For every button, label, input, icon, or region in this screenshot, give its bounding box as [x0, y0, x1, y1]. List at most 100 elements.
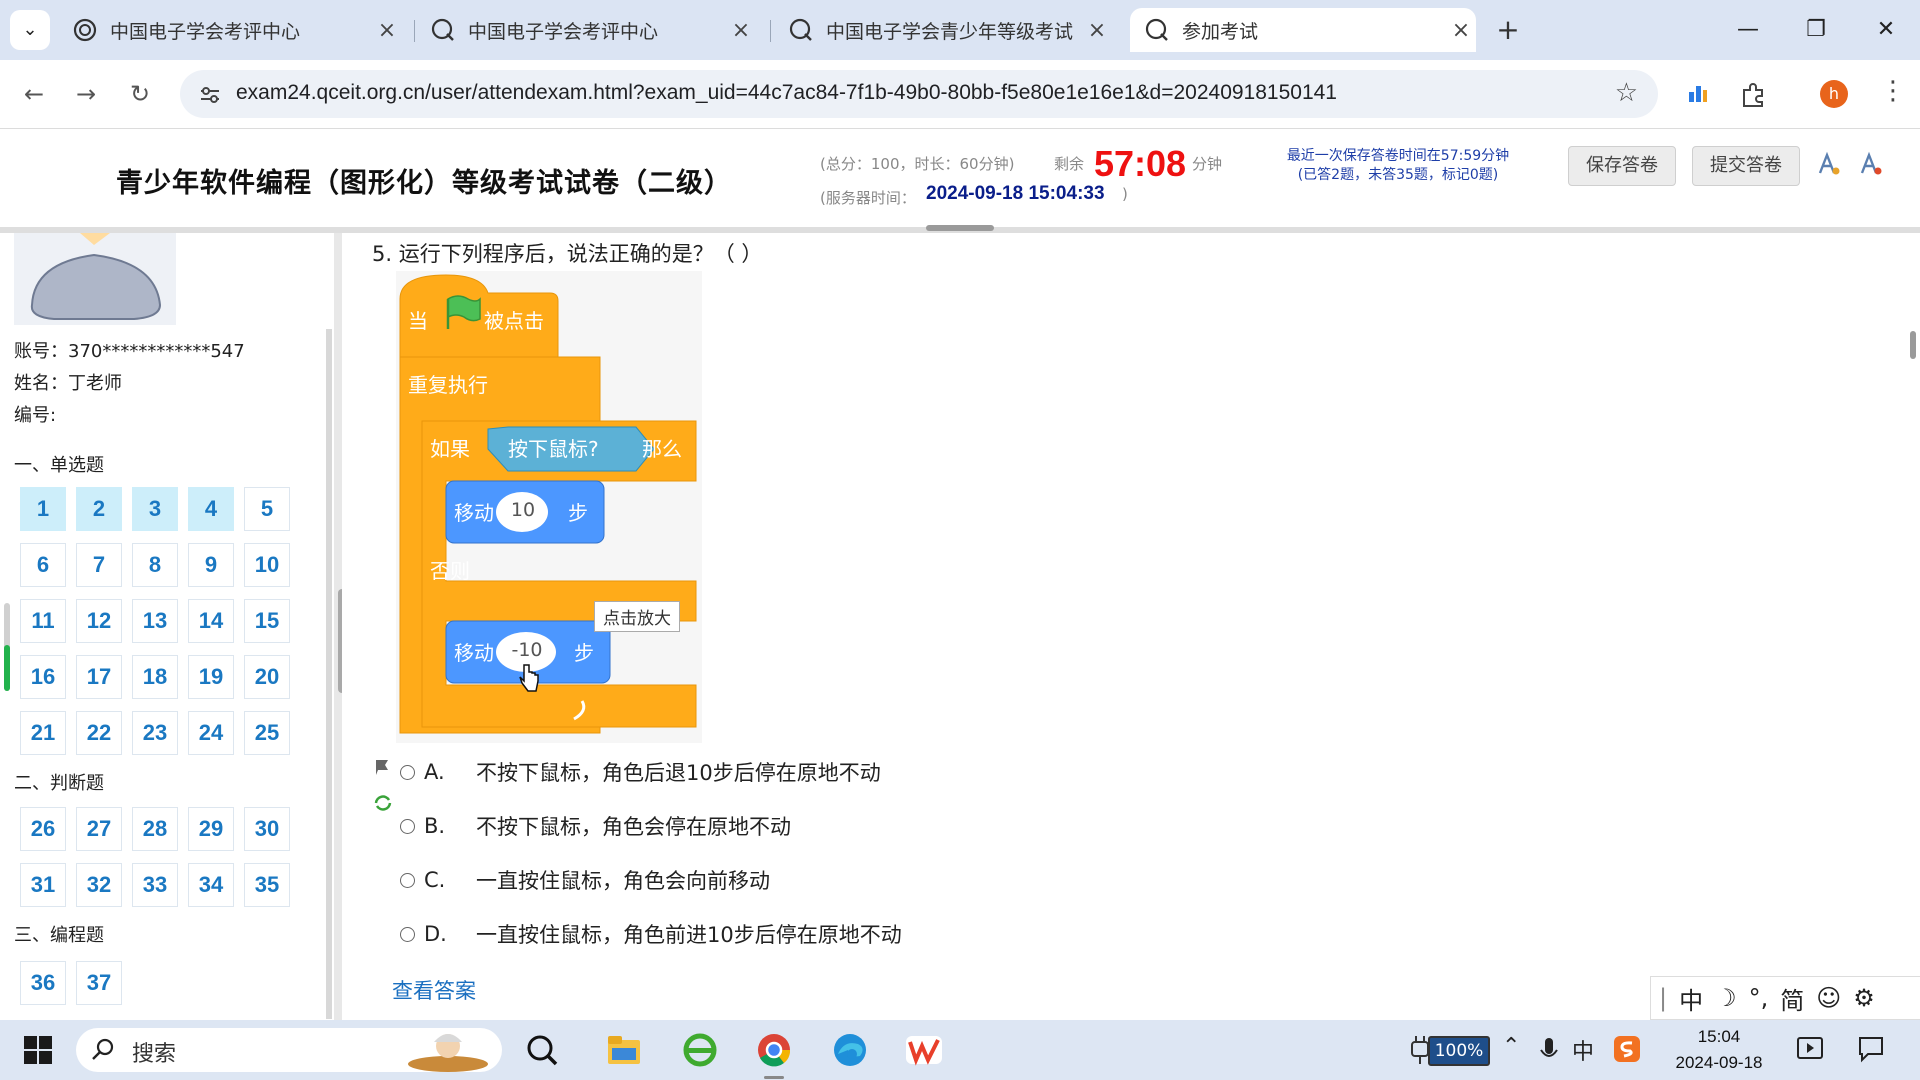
question-number-button[interactable]: 20: [244, 655, 290, 699]
close-icon[interactable]: ×: [726, 18, 756, 43]
notification-icon[interactable]: [1856, 1034, 1886, 1064]
save-answers-button[interactable]: 保存答卷: [1568, 146, 1676, 186]
question-number-button[interactable]: 34: [188, 863, 234, 907]
radio-c[interactable]: [400, 872, 415, 888]
option-c[interactable]: C. 一直按住鼠标，角色会向前移动: [400, 865, 770, 895]
view-answer-link[interactable]: 查看答案: [392, 975, 476, 1005]
moon-icon[interactable]: ☽: [1715, 984, 1737, 1012]
question-number-button[interactable]: 18: [132, 655, 178, 699]
question-number-button[interactable]: 1: [20, 487, 66, 531]
wps-icon[interactable]: [904, 1030, 944, 1070]
question-number-button[interactable]: 27: [76, 807, 122, 851]
back-button[interactable]: ←: [14, 74, 54, 114]
question-number-button[interactable]: 36: [20, 961, 66, 1005]
url-text[interactable]: exam24.qceit.org.cn/user/attendexam.html…: [236, 81, 1337, 105]
flag-mark-icon[interactable]: [372, 757, 392, 777]
question-number-button[interactable]: 17: [76, 655, 122, 699]
option-a[interactable]: A. 不按下鼠标，角色后退10步后停在原地不动: [400, 757, 881, 787]
ime-handle[interactable]: |: [1659, 984, 1667, 1012]
radio-a[interactable]: [400, 764, 415, 780]
file-explorer-icon[interactable]: [604, 1030, 644, 1070]
browser-menu-icon[interactable]: ⋮: [1880, 76, 1906, 106]
ie-browser-icon[interactable]: [680, 1030, 720, 1070]
browser-tab-1[interactable]: 中国电子学会考评中心 ×: [58, 8, 402, 52]
question-number-button[interactable]: 37: [76, 961, 122, 1005]
media-play-icon[interactable]: [1796, 1036, 1824, 1062]
question-number-button[interactable]: 29: [188, 807, 234, 851]
question-number-button[interactable]: 12: [76, 599, 122, 643]
ime-simplified[interactable]: 简: [1780, 981, 1804, 1016]
question-number-button[interactable]: 8: [132, 543, 178, 587]
question-number-button[interactable]: 25: [244, 711, 290, 755]
search-app-icon[interactable]: [522, 1030, 562, 1070]
question-number-button[interactable]: 3: [132, 487, 178, 531]
main-scroll-thumb[interactable]: [1910, 331, 1916, 359]
program-image[interactable]: 当 被点击 重复执行 如果 按下鼠标? 那么 移动 10 步 否则 移动 -10…: [396, 271, 702, 743]
edge-icon[interactable]: [830, 1030, 870, 1070]
restore-button[interactable]: ❐: [1786, 10, 1846, 50]
question-number-button[interactable]: 28: [132, 807, 178, 851]
question-number-button[interactable]: 19: [188, 655, 234, 699]
question-number-button[interactable]: 2: [76, 487, 122, 531]
close-window-button[interactable]: ✕: [1856, 10, 1916, 50]
question-number-button[interactable]: 10: [244, 543, 290, 587]
address-bar[interactable]: exam24.qceit.org.cn/user/attendexam.html…: [180, 70, 1658, 118]
reload-button[interactable]: ↻: [120, 74, 160, 114]
extensions-puzzle-icon[interactable]: [1740, 82, 1766, 108]
question-number-button[interactable]: 11: [20, 599, 66, 643]
question-number-button[interactable]: 14: [188, 599, 234, 643]
question-number-button[interactable]: 9: [188, 543, 234, 587]
refresh-icon[interactable]: [372, 793, 394, 813]
ime-punct[interactable]: °,: [1749, 984, 1769, 1012]
close-icon[interactable]: ×: [1446, 18, 1476, 43]
question-number-button[interactable]: 21: [20, 711, 66, 755]
microphone-icon[interactable]: [1538, 1036, 1560, 1064]
taskbar-search[interactable]: 搜索: [76, 1028, 502, 1072]
clock[interactable]: 15:04 2024-09-18: [1664, 1024, 1774, 1076]
question-number-button[interactable]: 16: [20, 655, 66, 699]
question-number-button[interactable]: 32: [76, 863, 122, 907]
question-number-button[interactable]: 7: [76, 543, 122, 587]
option-d[interactable]: D. 一直按住鼠标，角色前进10步后停在原地不动: [400, 919, 902, 949]
question-number-button[interactable]: 5: [244, 487, 290, 531]
new-tab-button[interactable]: +: [1490, 12, 1526, 48]
gear-icon[interactable]: ⚙: [1853, 984, 1875, 1012]
sidebar-scrollbar[interactable]: [326, 329, 332, 1019]
header-scroll-handle[interactable]: [926, 225, 994, 231]
question-number-button[interactable]: 4: [188, 487, 234, 531]
ime-indicator[interactable]: 中: [1572, 1034, 1594, 1066]
radio-b[interactable]: [400, 818, 415, 834]
forward-button[interactable]: →: [66, 74, 106, 114]
question-number-button[interactable]: 30: [244, 807, 290, 851]
font-size-small-icon[interactable]: [1858, 151, 1884, 177]
question-number-button[interactable]: 23: [132, 711, 178, 755]
question-number-button[interactable]: 15: [244, 599, 290, 643]
browser-tab-4-active[interactable]: 参加考试 ×: [1130, 8, 1476, 52]
emoji-icon[interactable]: ☺: [1816, 984, 1841, 1012]
browser-tab-3[interactable]: 中国电子学会青少年等级考试 ×: [774, 8, 1112, 52]
question-number-button[interactable]: 6: [20, 543, 66, 587]
close-icon[interactable]: ×: [1082, 18, 1112, 43]
battery-indicator[interactable]: 100%: [1428, 1036, 1490, 1066]
windows-start-icon[interactable]: [18, 1030, 58, 1070]
option-b[interactable]: B. 不按下鼠标，角色会停在原地不动: [400, 811, 791, 841]
radio-d[interactable]: [400, 926, 415, 942]
question-number-button[interactable]: 35: [244, 863, 290, 907]
submit-answers-button[interactable]: 提交答卷: [1692, 146, 1800, 186]
font-size-icon[interactable]: [1816, 151, 1842, 177]
chevron-up-icon[interactable]: ⌃: [1502, 1034, 1520, 1059]
question-number-button[interactable]: 13: [132, 599, 178, 643]
chrome-icon[interactable]: [754, 1030, 794, 1070]
question-number-button[interactable]: 24: [188, 711, 234, 755]
tab-search-button[interactable]: ⌄: [10, 10, 50, 50]
browser-tab-2[interactable]: 中国电子学会考评中心 ×: [416, 8, 756, 52]
bookmark-star-icon[interactable]: ☆: [1615, 78, 1638, 108]
close-icon[interactable]: ×: [372, 18, 402, 43]
profile-avatar[interactable]: h: [1820, 80, 1848, 108]
site-settings-icon[interactable]: [198, 83, 222, 107]
ime-mode[interactable]: 中: [1679, 981, 1703, 1016]
question-number-button[interactable]: 33: [132, 863, 178, 907]
question-number-button[interactable]: 31: [20, 863, 66, 907]
minimize-button[interactable]: —: [1718, 10, 1778, 50]
question-number-button[interactable]: 26: [20, 807, 66, 851]
